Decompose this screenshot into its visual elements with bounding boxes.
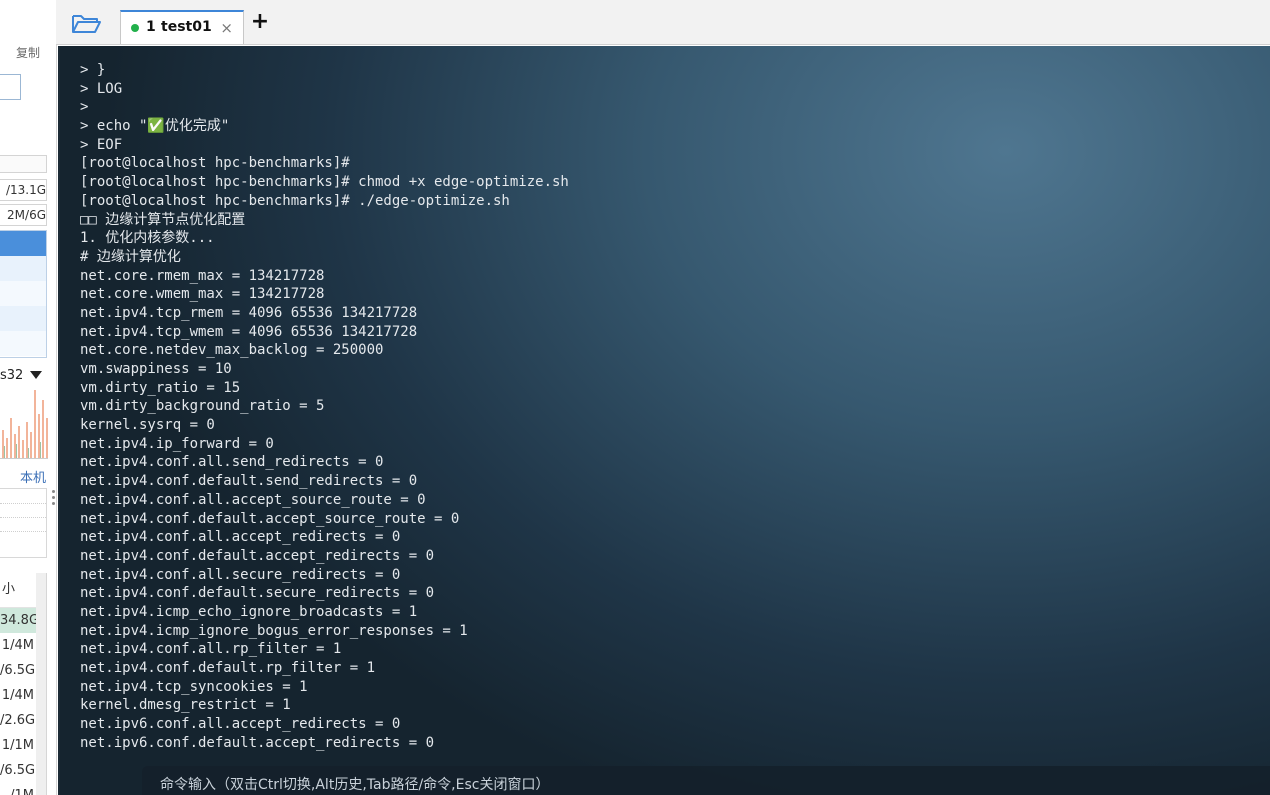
process-list[interactable] xyxy=(0,230,47,358)
terminal-output: > } > LOG > > echo "✅优化完成" > EOF [root@localh… xyxy=(80,61,569,752)
terminal-line: net.ipv4.tcp_wmem = 4096 65536 134217728 xyxy=(80,323,418,340)
add-tab-button[interactable]: + xyxy=(249,10,271,34)
terminal-line: > LOG xyxy=(80,80,123,97)
terminal-line: net.ipv4.conf.all.accept_redirects = 0 xyxy=(80,529,401,546)
terminal-line: net.ipv4.conf.default.rp_filter = 1 xyxy=(80,660,376,676)
terminal-line: net.ipv4.conf.default.accept_redirects =… xyxy=(80,547,435,564)
list-item[interactable] xyxy=(0,281,46,306)
command-input-hint: 命令输入（双击Ctrl切换,Alt历史,Tab路径/命令,Esc关闭窗口） xyxy=(160,777,550,793)
command-input-bar[interactable]: 命令输入（双击Ctrl切换,Alt历史,Tab路径/命令,Esc关闭窗口） xyxy=(142,766,1270,795)
interface-select[interactable]: s32 xyxy=(0,366,46,386)
terminal-line: net.ipv4.conf.default.secure_redirects =… xyxy=(80,585,435,602)
terminal-line: net.ipv4.conf.all.rp_filter = 1 xyxy=(80,641,342,658)
terminal-line: vm.dirty_background_ratio = 5 xyxy=(80,398,325,415)
resize-handle-icon[interactable] xyxy=(52,490,55,510)
terminal-line: vm.swappiness = 10 xyxy=(80,361,232,377)
list-item[interactable] xyxy=(0,231,46,256)
close-icon[interactable]: × xyxy=(220,19,233,37)
terminal-line: > echo "✅优化完成" xyxy=(80,118,230,135)
terminal-line: [root@localhost hpc-benchmarks]# ./edge-… xyxy=(80,192,510,209)
terminal-line: > EOF xyxy=(80,136,123,153)
tab-session[interactable]: 1 test01 × xyxy=(120,10,244,44)
terminal-line: net.ipv4.tcp_rmem = 4096 65536 134217728 xyxy=(80,304,418,321)
list-item[interactable] xyxy=(0,256,46,281)
terminal-line: net.ipv6.conf.all.accept_redirects = 0 xyxy=(80,716,401,733)
tab-title: test01 xyxy=(161,19,212,35)
terminal-line: net.ipv4.icmp_ignore_bogus_error_respons… xyxy=(80,622,468,639)
list-item[interactable] xyxy=(0,306,46,331)
terminal-line: net.ipv4.conf.all.accept_source_route = … xyxy=(80,491,426,508)
folder-open-icon[interactable] xyxy=(70,12,102,36)
terminal-line: kernel.sysrq = 0 xyxy=(80,417,215,434)
terminal-line: # 边缘计算优化 xyxy=(80,248,181,265)
terminal-line: net.core.rmem_max = 134217728 xyxy=(80,267,325,284)
local-label[interactable]: 本机 xyxy=(20,467,46,486)
list-item[interactable] xyxy=(0,331,46,356)
caret-down-icon xyxy=(30,371,42,379)
terminal-line: □□ 边缘计算节点优化配置 xyxy=(80,211,246,228)
table-scrollbar[interactable] xyxy=(36,573,46,795)
swap-stat: 2M/6G xyxy=(0,204,47,226)
terminal-line: > } xyxy=(80,62,106,78)
app-window: 复制 /13.1G 2M/6G s32 本机 小 34.8G 1/4M /6.5… xyxy=(0,0,1270,795)
network-chart xyxy=(0,388,48,459)
terminal-view[interactable]: > } > LOG > > echo "✅优化完成" > EOF [root@localh… xyxy=(58,46,1270,795)
terminal-line: [root@localhost hpc-benchmarks]# xyxy=(80,155,350,172)
interface-select-value: s32 xyxy=(0,368,24,383)
terminal-line: net.ipv6.conf.default.accept_redirects =… xyxy=(80,734,435,751)
terminal-line: net.ipv4.icmp_echo_ignore_broadcasts = 1 xyxy=(80,603,418,620)
tab-number: 1 xyxy=(146,19,156,35)
filter-field[interactable] xyxy=(0,155,47,173)
tab-bar: 1 test01 × + xyxy=(56,0,1270,45)
terminal-line: net.ipv4.conf.default.send_redirects = 0 xyxy=(80,473,418,490)
terminal-line: net.ipv4.conf.all.secure_redirects = 0 xyxy=(80,566,401,583)
terminal-line: 1. 优化内核参数... xyxy=(80,230,215,247)
terminal-line: net.ipv4.conf.all.send_redirects = 0 xyxy=(80,454,384,471)
latency-chart xyxy=(0,488,47,558)
terminal-line: net.core.wmem_max = 134217728 xyxy=(80,286,325,303)
address-field[interactable] xyxy=(0,74,21,100)
memory-stat: /13.1G xyxy=(0,179,47,201)
side-panel: 复制 /13.1G 2M/6G s32 本机 小 34.8G 1/4M /6.5… xyxy=(0,0,57,795)
terminal-line: net.core.netdev_max_backlog = 250000 xyxy=(80,342,384,359)
terminal-line: [root@localhost hpc-benchmarks]# chmod +… xyxy=(80,174,569,191)
terminal-line: > xyxy=(80,99,89,116)
terminal-line: kernel.dmesg_restrict = 1 xyxy=(80,697,291,714)
terminal-line: net.ipv4.ip_forward = 0 xyxy=(80,435,274,452)
connected-status-icon xyxy=(131,24,139,32)
copy-button[interactable]: 复制 xyxy=(16,44,40,61)
terminal-line: net.ipv4.tcp_syncookies = 1 xyxy=(80,678,308,695)
terminal-line: vm.dirty_ratio = 15 xyxy=(80,379,241,396)
terminal-line: net.ipv4.conf.default.accept_source_rout… xyxy=(80,510,460,527)
